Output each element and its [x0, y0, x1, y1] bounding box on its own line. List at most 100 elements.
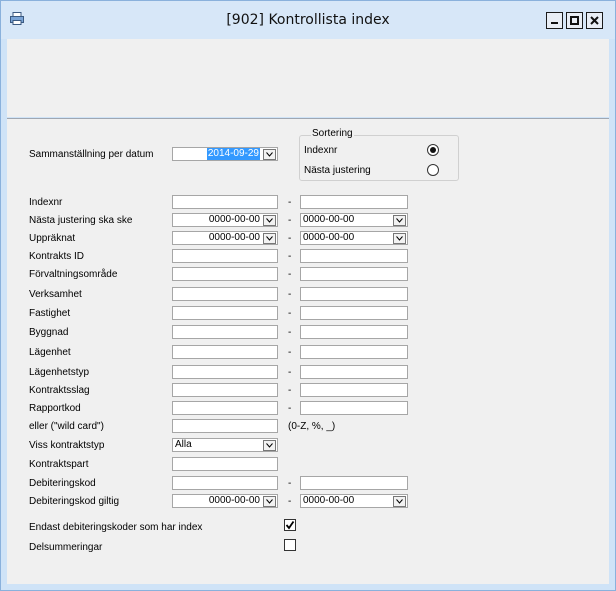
- business-from-input[interactable]: [172, 287, 278, 301]
- range-dash: -: [288, 347, 292, 358]
- dropdown-button[interactable]: [393, 215, 406, 226]
- range-dash: -: [288, 197, 292, 208]
- business-to-input[interactable]: [300, 287, 408, 301]
- indexnr-label: Indexnr: [29, 197, 63, 208]
- chevron-down-icon: [396, 499, 403, 504]
- range-dash: -: [288, 327, 292, 338]
- checkmark-icon: [285, 520, 295, 530]
- business-label: Verksamhet: [29, 289, 82, 300]
- chevron-down-icon: [266, 236, 273, 241]
- only-index-codes-label: Endast debiteringskoder som har index: [29, 522, 203, 533]
- dropdown-button[interactable]: [393, 233, 406, 244]
- management-area-label: Förvaltningsområde: [29, 269, 118, 280]
- range-dash: -: [288, 403, 292, 414]
- range-dash: -: [288, 367, 292, 378]
- apartment-type-label: Lägenhetstyp: [29, 367, 90, 378]
- apartment-label: Lägenhet: [29, 347, 71, 358]
- subtotals-checkbox[interactable]: [284, 539, 296, 551]
- wildcard-label: eller ("wild card"): [29, 421, 104, 432]
- apartment-type-to-input[interactable]: [300, 365, 408, 379]
- wildcard-hint: (0-Z, %, _): [288, 421, 336, 432]
- sort-radio-indexnr[interactable]: [427, 144, 439, 156]
- enumerated-to-combo[interactable]: 0000-00-00: [300, 231, 408, 245]
- billing-code-label: Debiteringskod: [29, 478, 96, 489]
- date-label: Sammanställning per datum: [29, 149, 154, 160]
- next-adjustment-to-combo[interactable]: 0000-00-00: [300, 213, 408, 227]
- apartment-to-input[interactable]: [300, 345, 408, 359]
- only-index-codes-checkbox[interactable]: [284, 519, 296, 531]
- management-area-to-input[interactable]: [300, 267, 408, 281]
- sort-option-indexnr: Indexnr: [304, 145, 338, 156]
- dropdown-button[interactable]: [263, 233, 276, 244]
- contract-kind-to-input[interactable]: [300, 383, 408, 397]
- contract-kind-from-input[interactable]: [172, 383, 278, 397]
- date-value: 0000-00-00: [208, 232, 260, 243]
- date-value: 2014-09-29: [206, 148, 260, 160]
- report-code-label: Rapportkod: [29, 403, 81, 414]
- indexnr-from-input[interactable]: [172, 195, 278, 209]
- indexnr-to-input[interactable]: [300, 195, 408, 209]
- dropdown-button[interactable]: [263, 149, 276, 160]
- range-dash: -: [288, 215, 292, 226]
- wildcard-input[interactable]: [172, 419, 278, 433]
- property-label: Fastighet: [29, 308, 71, 319]
- chevron-down-icon: [266, 218, 273, 223]
- radio-selected-dot: [430, 147, 436, 153]
- sort-option-next-adjustment: Nästa justering: [304, 165, 371, 176]
- contract-kind-label: Kontraktsslag: [29, 385, 90, 396]
- billing-code-from-input[interactable]: [172, 476, 278, 490]
- contract-type-value: Alla: [175, 439, 192, 450]
- sort-radio-next-adjustment[interactable]: [427, 164, 439, 176]
- contract-type-label: Viss kontraktstyp: [29, 440, 105, 451]
- range-dash: -: [288, 233, 292, 244]
- contract-party-input[interactable]: [172, 457, 278, 471]
- report-code-from-input[interactable]: [172, 401, 278, 415]
- range-dash: -: [288, 251, 292, 262]
- next-adjustment-from-combo[interactable]: 0000-00-00: [172, 213, 278, 227]
- window-title: [902] Kontrollista index: [226, 12, 390, 28]
- billing-code-valid-from-combo[interactable]: 0000-00-00: [172, 494, 278, 508]
- dropdown-button[interactable]: [263, 440, 276, 451]
- range-dash: -: [288, 308, 292, 319]
- apartment-from-input[interactable]: [172, 345, 278, 359]
- contract-id-label: Kontrakts ID: [29, 251, 85, 262]
- maximize-icon: [570, 16, 579, 25]
- building-to-input[interactable]: [300, 325, 408, 339]
- property-from-input[interactable]: [172, 306, 278, 320]
- range-dash: -: [288, 269, 292, 280]
- date-combo[interactable]: 2014-09-29: [172, 147, 278, 161]
- range-dash: -: [288, 496, 292, 507]
- dropdown-button[interactable]: [393, 496, 406, 507]
- close-icon: [590, 16, 599, 25]
- date-value: 0000-00-00: [303, 232, 355, 243]
- contract-id-to-input[interactable]: [300, 249, 408, 263]
- subtotals-label: Delsummeringar: [29, 542, 103, 553]
- chevron-down-icon: [266, 443, 273, 448]
- billing-code-to-input[interactable]: [300, 476, 408, 490]
- date-value: 0000-00-00: [208, 214, 260, 225]
- date-value: 0000-00-00: [303, 495, 355, 506]
- chevron-down-icon: [266, 152, 273, 157]
- close-button[interactable]: [586, 12, 603, 29]
- billing-code-valid-to-combo[interactable]: 0000-00-00: [300, 494, 408, 508]
- building-label: Byggnad: [29, 327, 69, 338]
- minimize-button[interactable]: [546, 12, 563, 29]
- apartment-type-from-input[interactable]: [172, 365, 278, 379]
- title-bar[interactable]: [902] Kontrollista index: [1, 1, 615, 39]
- contract-type-combo[interactable]: Alla: [172, 438, 278, 452]
- maximize-button[interactable]: [566, 12, 583, 29]
- window: [902] Kontrollista index Sammanställning…: [0, 0, 616, 591]
- management-area-from-input[interactable]: [172, 267, 278, 281]
- building-from-input[interactable]: [172, 325, 278, 339]
- enumerated-from-combo[interactable]: 0000-00-00: [172, 231, 278, 245]
- contract-id-from-input[interactable]: [172, 249, 278, 263]
- toolbar-area: [7, 39, 609, 117]
- report-code-to-input[interactable]: [300, 401, 408, 415]
- chevron-down-icon: [396, 218, 403, 223]
- range-dash: -: [288, 289, 292, 300]
- billing-code-valid-label: Debiteringskod giltig: [29, 496, 120, 507]
- dropdown-button[interactable]: [263, 496, 276, 507]
- property-to-input[interactable]: [300, 306, 408, 320]
- range-dash: -: [288, 385, 292, 396]
- dropdown-button[interactable]: [263, 215, 276, 226]
